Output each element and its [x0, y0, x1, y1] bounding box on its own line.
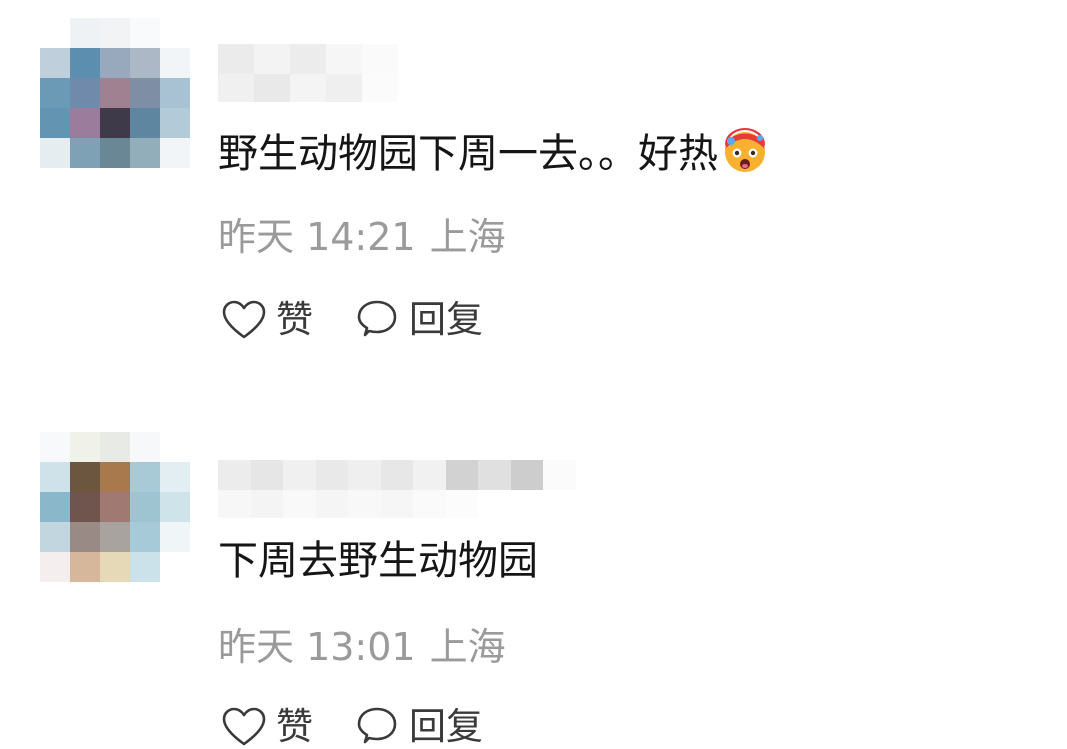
avatar-pixel — [130, 492, 160, 522]
avatar-pixel — [40, 138, 70, 168]
avatar-pixel — [130, 108, 160, 138]
avatar-pixel — [70, 432, 100, 462]
reply-label: 回复 — [409, 298, 483, 341]
hot-face-emoji-icon — [725, 128, 765, 172]
comment-location: 上海 — [429, 625, 506, 669]
avatar-pixel — [160, 78, 190, 108]
avatar-pixel — [100, 78, 130, 108]
comment-actions: 赞 回复 — [220, 702, 523, 749]
avatar-pixel — [70, 492, 100, 522]
avatar-pixel — [70, 18, 100, 48]
avatar-pixel — [160, 108, 190, 138]
avatar-pixel — [40, 108, 70, 138]
comment-location: 上海 — [429, 215, 506, 259]
avatar-pixel — [160, 492, 190, 522]
avatar-pixel — [70, 78, 100, 108]
avatar-pixel — [130, 552, 160, 582]
comment-time: 昨天 13:01 — [218, 625, 416, 669]
avatar-pixel — [40, 522, 70, 552]
avatar-pixel — [160, 18, 190, 48]
avatar-pixel — [130, 432, 160, 462]
username-blurred[interactable] — [218, 44, 398, 102]
like-label: 赞 — [276, 298, 313, 341]
heart-icon — [222, 707, 266, 746]
avatar-pixel — [40, 78, 70, 108]
avatar-pixel — [40, 432, 70, 462]
avatar-pixel — [100, 462, 130, 492]
reply-button[interactable]: 回复 — [353, 297, 483, 343]
avatar-pixel — [40, 48, 70, 78]
chat-bubble-icon — [357, 300, 397, 337]
reply-button[interactable]: 回复 — [353, 704, 483, 749]
comment-list: 野生动物园下周一去。。好热 昨天 14:21 上海 赞 回复 下周去野生动物园 … — [0, 0, 1067, 749]
chat-bubble-icon — [357, 707, 397, 744]
heart-icon — [222, 300, 266, 339]
avatar-pixel — [40, 492, 70, 522]
avatar-pixel — [70, 552, 100, 582]
avatar-pixel — [130, 18, 160, 48]
avatar-pixel — [40, 552, 70, 582]
avatar[interactable] — [40, 432, 190, 582]
comment-meta: 昨天 14:21 上海 — [218, 214, 520, 260]
avatar-pixel — [100, 18, 130, 48]
username-blurred[interactable] — [218, 460, 608, 518]
reply-label: 回复 — [409, 705, 483, 748]
like-button[interactable]: 赞 — [220, 297, 313, 343]
avatar-pixel — [70, 522, 100, 552]
avatar[interactable] — [40, 18, 190, 168]
avatar-pixel — [160, 432, 190, 462]
avatar-pixel — [40, 462, 70, 492]
avatar-pixel — [100, 522, 130, 552]
avatar-pixel — [70, 462, 100, 492]
avatar-pixel — [100, 492, 130, 522]
comment-meta: 昨天 13:01 上海 — [218, 624, 520, 670]
avatar-pixel — [100, 138, 130, 168]
comment-actions: 赞 回复 — [220, 295, 523, 345]
avatar-pixel — [100, 48, 130, 78]
comment-time: 昨天 14:21 — [218, 215, 416, 259]
avatar-pixel — [70, 108, 100, 138]
avatar-pixel — [160, 522, 190, 552]
avatar-pixel — [70, 138, 100, 168]
comment-text: 野生动物园下周一去。。好热 — [218, 128, 768, 178]
avatar-pixel — [130, 48, 160, 78]
comment-text-body: 野生动物园下周一去。。好热 — [218, 131, 718, 177]
avatar-pixel — [40, 18, 70, 48]
comment-text: 下周去野生动物园 — [218, 537, 538, 585]
avatar-pixel — [160, 462, 190, 492]
avatar-pixel — [130, 462, 160, 492]
comment-text-body: 下周去野生动物园 — [218, 538, 538, 584]
avatar-pixel — [100, 108, 130, 138]
avatar-pixel — [100, 552, 130, 582]
avatar-pixel — [130, 522, 160, 552]
avatar-pixel — [160, 552, 190, 582]
avatar-pixel — [160, 138, 190, 168]
avatar-pixel — [130, 78, 160, 108]
avatar-pixel — [70, 48, 100, 78]
avatar-pixel — [160, 48, 190, 78]
like-button[interactable]: 赞 — [220, 704, 313, 749]
like-label: 赞 — [276, 705, 313, 748]
avatar-pixel — [130, 138, 160, 168]
avatar-pixel — [100, 432, 130, 462]
